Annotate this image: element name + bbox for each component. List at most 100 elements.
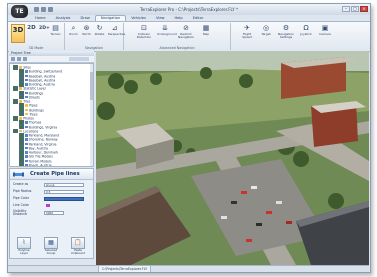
visibility-checkbox[interactable] <box>13 116 18 121</box>
3d-mode-button[interactable]: 3D <box>11 24 25 43</box>
line-color-swatch[interactable] <box>46 203 50 207</box>
field-label: Visibility Distance <box>13 209 27 216</box>
layer-icon <box>24 134 28 137</box>
flight-speed-label: Flight Speed <box>242 32 252 40</box>
layer-icon <box>24 151 28 154</box>
tree-scrollbar[interactable] <box>90 64 93 166</box>
navigation-settings-label: Navigation Settings <box>277 32 295 40</box>
layer-icon <box>24 91 28 95</box>
properties-icon[interactable] <box>23 57 27 61</box>
2d-plus-button[interactable]: 2D+ <box>38 24 50 33</box>
panel-title: Create Pipe lines <box>30 171 80 177</box>
polyline-layer-button[interactable]: ⌇ Polyline Layer <box>14 237 34 257</box>
folder-icon <box>24 108 29 112</box>
north-label: North <box>82 32 91 36</box>
field-label: Create as <box>13 182 29 186</box>
rotate-label: Rotate <box>94 32 105 36</box>
pipe-icon <box>13 172 24 177</box>
close-button[interactable]: × <box>360 6 368 12</box>
navigation-settings-button[interactable]: ⚙ Navigation Settings <box>277 24 295 40</box>
3d-view[interactable] <box>96 51 369 265</box>
restrict-label: Restrict Navigation <box>178 32 195 40</box>
visibility-checkbox[interactable] <box>13 86 18 91</box>
layer-icon <box>24 78 28 82</box>
2d-mode-button[interactable]: 2D <box>26 24 37 33</box>
folder-icon <box>18 87 23 90</box>
title-bar: TerraExplorer Pro - C:\Projects\TerraExp… <box>8 4 370 15</box>
tree-item-label: Roads, Austria <box>28 163 52 167</box>
field-label: Pipe Color <box>13 196 30 200</box>
terrain-label: Terrain <box>50 32 61 36</box>
ribbon-group-label: Navigation <box>85 46 103 50</box>
panel-header: Create Pipe lines <box>10 169 93 180</box>
visibility-checkbox[interactable] <box>19 162 24 166</box>
joystick-label: Joystick <box>300 32 312 36</box>
ribbon-group-navigation: ⌕ Zoom ⊛ North ↻ Rotate ⊿ Perspective Na… <box>65 23 126 50</box>
maximize-button[interactable]: □ <box>351 6 359 12</box>
folder-icon <box>24 104 29 107</box>
layer-icon <box>24 70 28 73</box>
camera-button[interactable]: ▣ Camera <box>317 24 333 36</box>
visibility-checkbox[interactable] <box>13 128 18 134</box>
application-menu-button[interactable]: TE <box>11 5 28 18</box>
layer-icon <box>24 159 28 163</box>
window-controls: – □ × <box>342 6 368 12</box>
underground-button[interactable]: ⇊ Underground <box>157 24 177 36</box>
collision-label: Collision Detection <box>136 32 152 40</box>
ribbon-group-3d-mode: 3D 2D 2D+ ▤ Terrain 3D Mode <box>8 23 65 50</box>
visibility-distance-input[interactable]: 5000 <box>44 211 64 215</box>
folder-icon <box>18 66 23 69</box>
rotate-button[interactable]: ↻ Rotate <box>94 24 105 36</box>
perspective-label: Perspective <box>108 32 126 36</box>
field-label: Pipe Radius <box>13 189 32 193</box>
underground-label: Underground <box>157 32 177 36</box>
create-as-select[interactable]: Group <box>44 182 84 187</box>
selected-group-button[interactable]: ▦ Selected Group <box>41 237 61 257</box>
ribbon: 3D 2D 2D+ ▤ Terrain 3D Mode ⌕ Zoom ⊛ Nor… <box>8 21 370 52</box>
document-tab[interactable]: C:\Projects\TerraExplorer.FLY <box>98 266 152 272</box>
paste-clipboard-button[interactable]: 📋 Paste Clipboard <box>68 237 88 257</box>
visibility-checkbox[interactable] <box>13 65 18 70</box>
tree-scroll-thumb[interactable] <box>90 72 93 100</box>
pipe-radius-input[interactable]: 0.5 <box>44 189 84 194</box>
application-window: TerraExplorer Pro - C:\Projects\TerraExp… <box>7 3 371 273</box>
folder-icon <box>18 117 23 120</box>
folder-icon <box>24 112 29 116</box>
zoom-button[interactable]: ⌕ Zoom <box>68 24 79 36</box>
restrict-navigation-button[interactable]: ⊘ Restrict Navigation <box>178 24 194 40</box>
tree-item[interactable]: Roads, Austria <box>19 162 52 167</box>
map-label: Map <box>202 32 210 36</box>
pipe-color-picker[interactable] <box>44 196 84 201</box>
create-pipe-lines-panel: Create Pipe lines Create as Group Pipe R… <box>9 168 94 259</box>
delete-icon[interactable] <box>17 57 21 61</box>
2d-plus-icon: 2D+ <box>39 26 50 31</box>
collision-detection-button[interactable]: ⊡ Collision Detection <box>136 24 152 40</box>
north-button[interactable]: ⊛ North <box>81 24 92 36</box>
project-tree: Sites Building, Switzerland Baseball, Aust… <box>9 63 94 167</box>
ribbon-group-label: 3D Mode <box>28 46 44 50</box>
ribbon-group-label: Advanced Navigation <box>159 46 195 50</box>
flight-speed-button[interactable]: ✈ Flight Speed <box>239 24 255 40</box>
layer-icon <box>24 146 28 150</box>
target-button[interactable]: ◎ Target <box>259 24 273 36</box>
folder-icon <box>18 129 23 133</box>
project-tree-toolbar <box>9 56 94 63</box>
search-field[interactable] <box>69 57 89 61</box>
document-tabs: C:\Projects\TerraExplorer.FLY <box>96 265 369 272</box>
button-label: Selected Group <box>44 248 58 256</box>
3d-mode-icon: 3D <box>12 26 24 34</box>
joystick-button[interactable]: Ω Joystick <box>298 24 314 36</box>
perspective-button[interactable]: ⊿ Perspective <box>108 24 126 36</box>
button-label: Paste Clipboard <box>71 248 85 256</box>
map-button[interactable]: ▦ Map <box>199 24 213 36</box>
camera-label: Camera <box>319 32 331 36</box>
visibility-checkbox[interactable] <box>13 99 18 104</box>
terrain-button[interactable]: ▤ Terrain <box>50 24 61 36</box>
2d-mode-icon: 2D <box>27 25 36 31</box>
new-group-icon[interactable] <box>11 57 15 61</box>
button-label: Polyline Layer <box>18 248 30 256</box>
minimize-button[interactable]: – <box>342 6 350 12</box>
folder-icon <box>18 100 23 103</box>
layer-icon <box>24 125 28 129</box>
layer-icon <box>24 163 28 166</box>
